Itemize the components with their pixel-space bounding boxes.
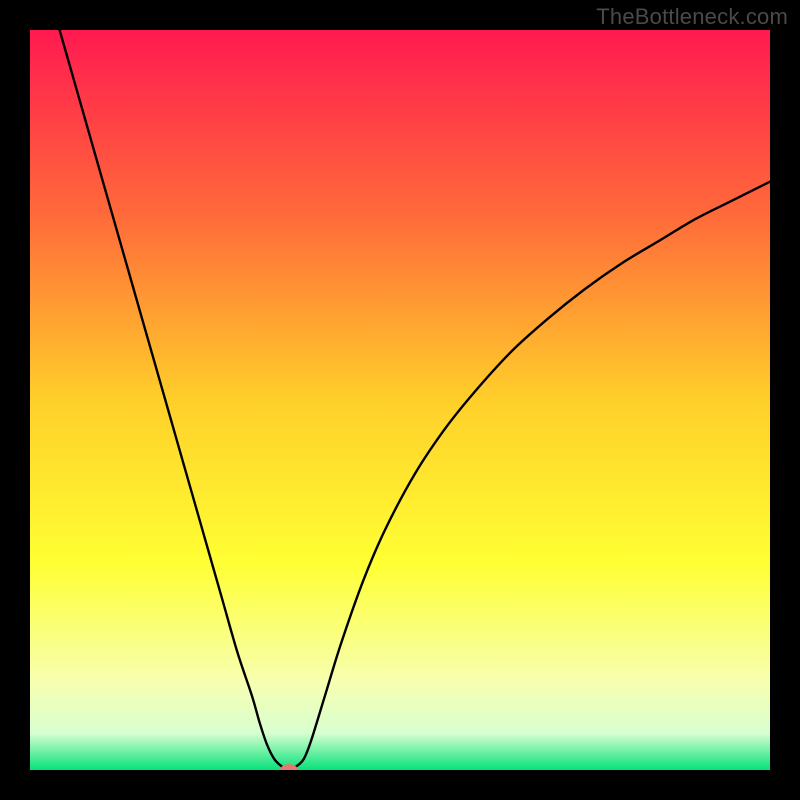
watermark-label: TheBottleneck.com (596, 4, 788, 30)
plot-area (30, 30, 770, 770)
chart-svg (30, 30, 770, 770)
chart-frame: TheBottleneck.com (0, 0, 800, 800)
gradient-background (30, 30, 770, 770)
